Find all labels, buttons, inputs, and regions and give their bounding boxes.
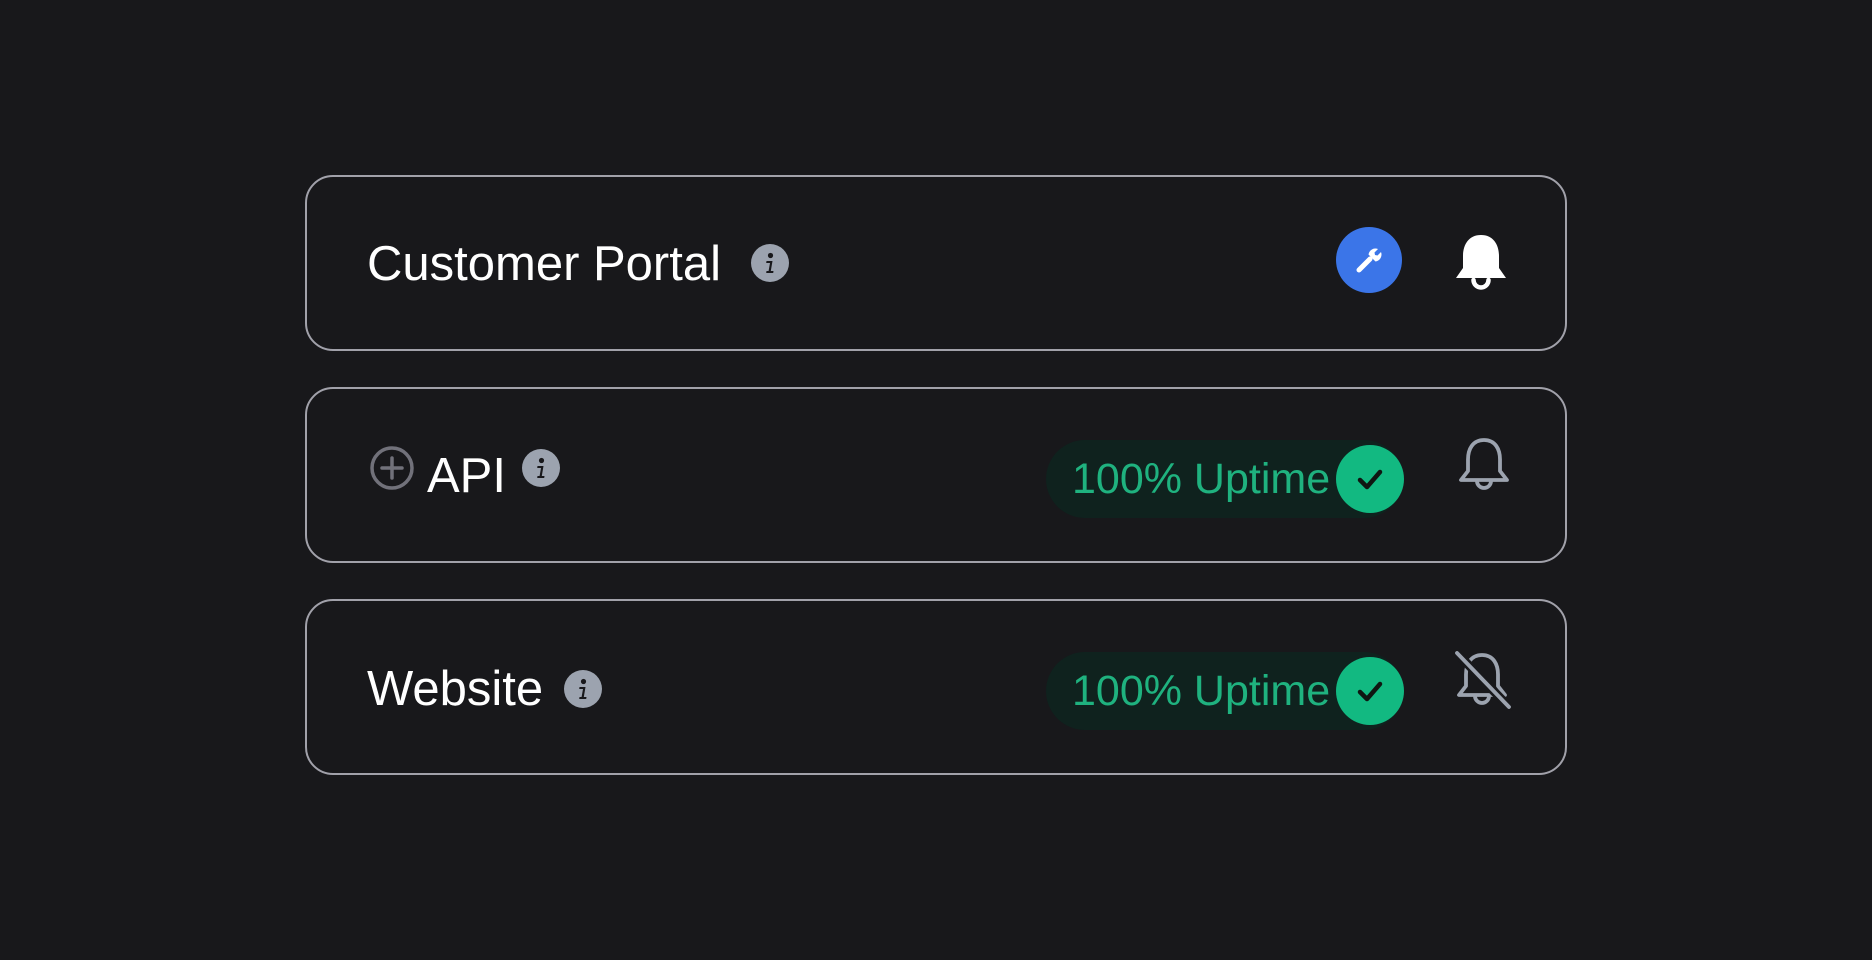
maintenance-button[interactable] bbox=[1336, 227, 1402, 293]
uptime-label: 100% Uptime bbox=[1072, 455, 1331, 503]
uptime-label: 100% Uptime bbox=[1072, 667, 1331, 715]
monitor-name: Customer Portal bbox=[367, 237, 722, 291]
bell-outline-icon[interactable] bbox=[1453, 434, 1515, 501]
bell-filled-icon[interactable] bbox=[1450, 230, 1512, 297]
check-icon bbox=[1336, 657, 1404, 725]
info-icon[interactable] bbox=[564, 670, 602, 708]
uptime-badge: 100% Uptime bbox=[1046, 652, 1404, 730]
bell-off-icon[interactable] bbox=[1451, 648, 1514, 716]
monitor-card-customer-portal[interactable]: Customer Portal bbox=[305, 175, 1567, 351]
monitor-card-api[interactable]: API 100% Uptime bbox=[305, 387, 1567, 563]
monitor-card-website[interactable]: Website 100% Uptime bbox=[305, 599, 1567, 775]
monitor-name: Website bbox=[367, 662, 544, 716]
check-icon bbox=[1336, 445, 1404, 513]
monitor-name: API bbox=[427, 449, 506, 503]
info-icon[interactable] bbox=[522, 449, 560, 487]
wrench-icon bbox=[1356, 248, 1382, 273]
uptime-badge: 100% Uptime bbox=[1046, 440, 1404, 518]
plus-circle-icon[interactable] bbox=[369, 445, 415, 491]
info-icon[interactable] bbox=[751, 244, 789, 282]
